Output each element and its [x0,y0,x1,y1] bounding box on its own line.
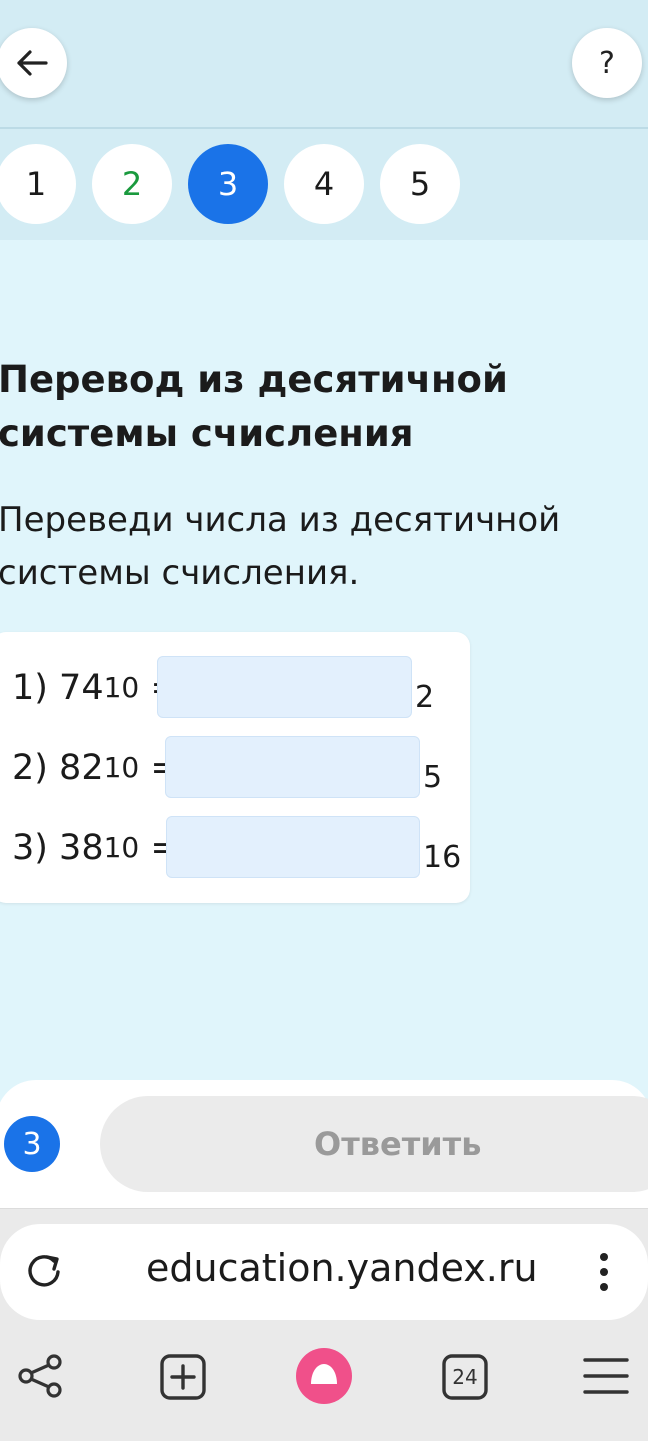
answer-input-1[interactable] [157,656,412,718]
task-instruction: Переведи числа из десятичной системы счи… [0,500,561,593]
alice-icon[interactable] [294,1346,354,1406]
page-title: Перевод из десятичной системы счисления [0,358,508,455]
tab-3[interactable]: 3 [188,144,268,224]
top-bar [0,0,648,127]
exercise-number: 1) 74 [12,668,104,708]
exercise-number: 2) 82 [12,748,104,788]
exercise-row: 3) 3810 = [12,816,180,880]
exercise-card: 1) 7410 = 2 2) 8210 = 5 3) 3810 = 16 [0,632,470,903]
target-base: 5 [423,760,443,795]
exercise-row: 1) 7410 = [12,656,180,720]
submit-answer-button[interactable]: Ответить [100,1096,648,1192]
share-icon[interactable] [14,1350,66,1402]
tabs-icon[interactable]: 24 [440,1352,490,1402]
help-label: ? [599,45,615,81]
task-number-badge: 3 [4,1116,60,1172]
tabs-count: 24 [452,1365,478,1389]
tab-5[interactable]: 5 [380,144,460,224]
tab-4[interactable]: 4 [284,144,364,224]
exercise-row: 2) 8210 = [12,736,180,800]
exercise-number: 3) 38 [12,828,104,868]
arrow-left-icon [17,50,48,76]
answer-input-3[interactable] [166,816,420,878]
target-base: 2 [415,680,435,715]
answer-input-2[interactable] [165,736,420,798]
url-text[interactable]: education.yandex.ru [146,1246,538,1290]
new-tab-icon[interactable] [158,1352,208,1402]
more-icon[interactable] [586,1244,622,1300]
menu-icon[interactable] [580,1354,632,1398]
help-button[interactable]: ? [572,28,642,98]
reload-icon[interactable] [20,1248,68,1296]
tab-2[interactable]: 2 [92,144,172,224]
back-button[interactable] [0,28,67,98]
target-base: 16 [423,840,462,875]
